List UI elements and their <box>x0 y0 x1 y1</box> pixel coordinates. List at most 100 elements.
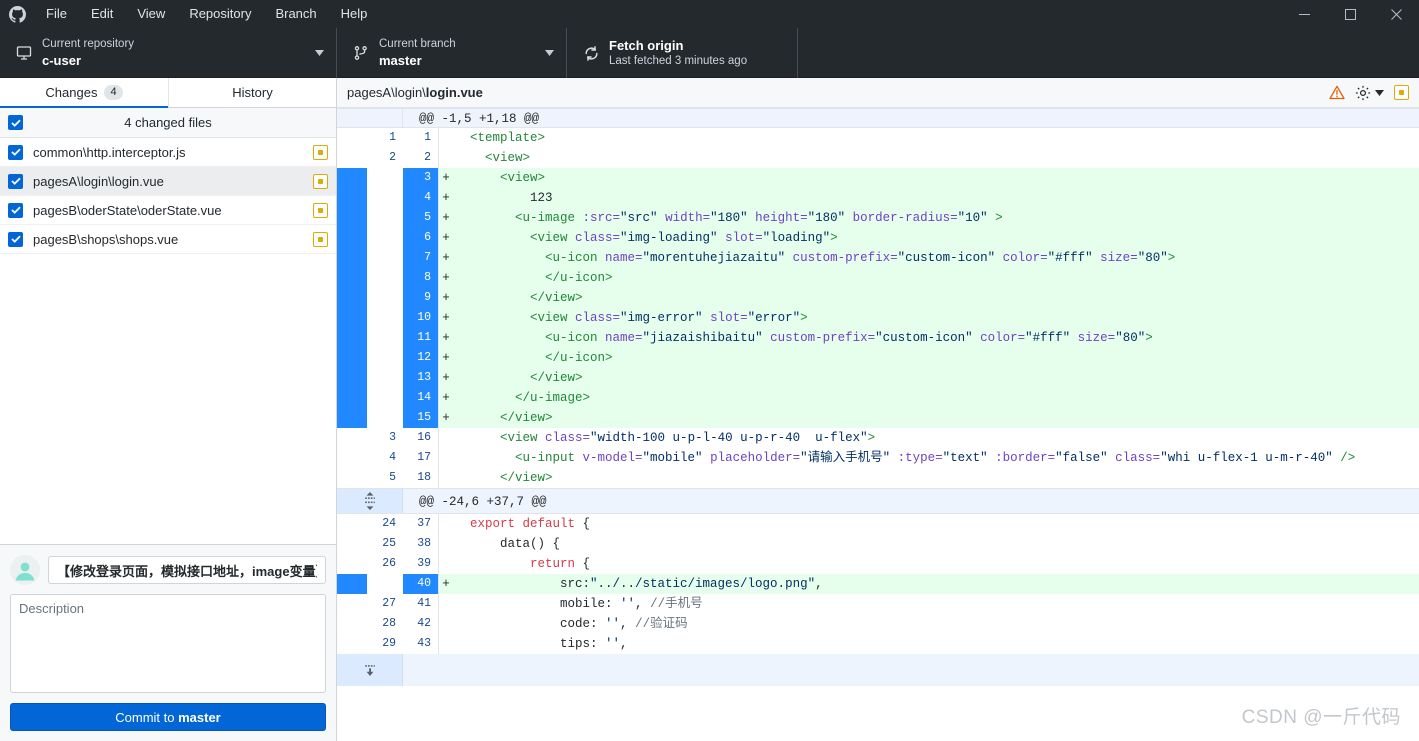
line-select-gutter[interactable] <box>337 268 367 288</box>
menu-item-view[interactable]: View <box>125 0 177 28</box>
current-branch-button[interactable]: Current branch master <box>337 28 567 78</box>
diff-line[interactable]: 28 42 code: '', //验证码 <box>337 614 1419 634</box>
line-marker: + <box>439 288 453 308</box>
line-select-gutter[interactable] <box>337 554 367 574</box>
minimize-icon[interactable] <box>1281 0 1327 28</box>
line-select-gutter[interactable] <box>337 448 367 468</box>
repository-desktop-icon <box>10 45 38 61</box>
line-select-gutter[interactable] <box>337 328 367 348</box>
diff-line[interactable]: 5 + <u-image :src="src" width="180" heig… <box>337 208 1419 228</box>
line-select-gutter[interactable] <box>337 368 367 388</box>
diff-line[interactable]: 4 + 123 <box>337 188 1419 208</box>
hunk-header[interactable]: @@ -1,5 +1,18 @@ <box>337 108 1419 128</box>
file-checkbox[interactable] <box>8 202 23 218</box>
diff-line[interactable]: 6 + <view class="img-loading" slot="load… <box>337 228 1419 248</box>
diff-line[interactable]: 13 + </view> <box>337 368 1419 388</box>
diff-line[interactable]: 26 39 return { <box>337 554 1419 574</box>
diff-line[interactable]: 29 43 tips: '', <box>337 634 1419 654</box>
new-line-number: 5 <box>403 208 439 228</box>
line-select-gutter[interactable] <box>337 348 367 368</box>
line-select-gutter[interactable] <box>337 574 367 594</box>
diff-line[interactable]: 4 17 <u-input v-model="mobile" placehold… <box>337 448 1419 468</box>
new-line-number: 41 <box>403 594 439 614</box>
diff-line[interactable]: 1 1 <template> <box>337 128 1419 148</box>
hunk-header[interactable]: @@ -24,6 +37,7 @@ <box>337 488 1419 514</box>
new-line-number: 12 <box>403 348 439 368</box>
diff-line[interactable]: 5 18 </view> <box>337 468 1419 488</box>
menu-item-repository[interactable]: Repository <box>177 0 263 28</box>
diff-line[interactable]: 10 + <view class="img-error" slot="error… <box>337 308 1419 328</box>
file-checkbox[interactable] <box>8 231 23 247</box>
line-select-gutter[interactable] <box>337 248 367 268</box>
diff-line[interactable]: 8 + </u-icon> <box>337 268 1419 288</box>
line-select-gutter[interactable] <box>337 634 367 654</box>
list-item[interactable]: pagesA\login\login.vue <box>0 167 336 196</box>
diff-line[interactable]: 24 37 export default { <box>337 514 1419 534</box>
fetch-origin-button[interactable]: Fetch origin Last fetched 3 minutes ago <box>567 28 798 78</box>
line-marker <box>439 468 453 488</box>
line-select-gutter[interactable] <box>337 228 367 248</box>
line-select-gutter[interactable] <box>337 128 367 148</box>
line-select-gutter[interactable] <box>337 428 367 448</box>
line-select-gutter[interactable] <box>337 594 367 614</box>
select-all-checkbox[interactable] <box>8 115 23 130</box>
expand-down-icon[interactable] <box>337 654 403 686</box>
diff-line[interactable]: 12 + </u-icon> <box>337 348 1419 368</box>
line-select-gutter[interactable] <box>337 168 367 188</box>
list-item[interactable]: pagesB\oderState\oderState.vue <box>0 196 336 225</box>
list-item[interactable]: common\http.interceptor.js <box>0 138 336 167</box>
menu-item-help[interactable]: Help <box>329 0 380 28</box>
diff-line[interactable]: 11 + <u-icon name="jiazaishibaitu" custo… <box>337 328 1419 348</box>
old-line-number: 3 <box>389 431 396 444</box>
line-code: mobile: '', //手机号 <box>455 597 703 611</box>
diff-line[interactable]: 15 + </view> <box>337 408 1419 428</box>
close-icon[interactable] <box>1373 0 1419 28</box>
expand-up-down-icon[interactable] <box>337 489 403 513</box>
tab-history[interactable]: History <box>168 78 336 107</box>
file-checkbox[interactable] <box>8 144 23 160</box>
list-item[interactable]: pagesB\shops\shops.vue <box>0 225 336 254</box>
menu-item-branch[interactable]: Branch <box>263 0 328 28</box>
line-code: export default { <box>470 517 591 531</box>
commit-summary-input[interactable] <box>48 556 326 584</box>
line-select-gutter[interactable] <box>337 514 367 534</box>
diff-content[interactable]: @@ -1,5 +1,18 @@ 1 1 <template> 2 2 <vie… <box>337 108 1419 741</box>
commit-button[interactable]: Commit to master <box>10 703 326 731</box>
line-select-gutter[interactable] <box>337 614 367 634</box>
diff-line[interactable]: 25 38 data() { <box>337 534 1419 554</box>
commit-description-input[interactable] <box>10 594 326 693</box>
menu-item-edit[interactable]: Edit <box>79 0 125 28</box>
changed-files-count-label: 4 changed files <box>124 115 212 130</box>
chevron-down-icon <box>312 50 326 56</box>
diff-line[interactable]: 9 + </view> <box>337 288 1419 308</box>
diff-line[interactable]: 3 + <view> <box>337 168 1419 188</box>
line-select-gutter[interactable] <box>337 148 367 168</box>
gear-icon[interactable] <box>1355 85 1371 101</box>
file-checkbox[interactable] <box>8 173 23 189</box>
diff-line[interactable]: 14 + </u-image> <box>337 388 1419 408</box>
current-repository-button[interactable]: Current repository c-user <box>0 28 337 78</box>
line-select-gutter[interactable] <box>337 468 367 488</box>
new-line-number: 16 <box>403 428 439 448</box>
diff-line[interactable]: 2 2 <view> <box>337 148 1419 168</box>
diff-line[interactable]: 3 16 <view class="width-100 u-p-l-40 u-p… <box>337 428 1419 448</box>
menu-item-file[interactable]: File <box>34 0 79 28</box>
maximize-icon[interactable] <box>1327 0 1373 28</box>
line-select-gutter[interactable] <box>337 534 367 554</box>
tab-changes[interactable]: Changes 4 <box>0 78 168 108</box>
changed-files-list[interactable]: common\http.interceptor.js pagesA\login\… <box>0 138 336 544</box>
line-select-gutter[interactable] <box>337 308 367 328</box>
warning-triangle-icon[interactable] <box>1329 85 1345 100</box>
line-select-gutter[interactable] <box>337 208 367 228</box>
chevron-down-icon[interactable] <box>1375 89 1384 96</box>
new-line-number: 13 <box>403 368 439 388</box>
line-select-gutter[interactable] <box>337 388 367 408</box>
line-select-gutter[interactable] <box>337 288 367 308</box>
diff-line[interactable]: 40 + src:"../../static/images/logo.png", <box>337 574 1419 594</box>
diff-line[interactable]: 7 + <u-icon name="morentuhejiazaitu" cus… <box>337 248 1419 268</box>
diff-line[interactable]: 27 41 mobile: '', //手机号 <box>337 594 1419 614</box>
line-select-gutter[interactable] <box>337 408 367 428</box>
line-code: <view> <box>485 151 531 165</box>
line-select-gutter[interactable] <box>337 188 367 208</box>
hunk-expand-row[interactable] <box>337 654 1419 686</box>
